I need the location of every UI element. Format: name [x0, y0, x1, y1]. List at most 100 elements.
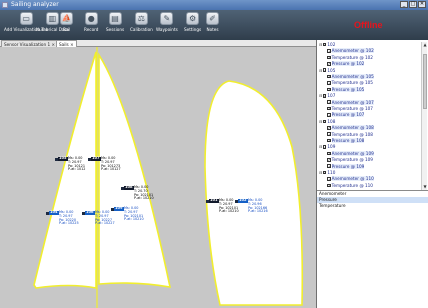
- tree-node-sensor[interactable]: ⊟109: [319, 144, 335, 149]
- tree-node-channel[interactable]: Anemometer @ 109: [327, 150, 374, 156]
- checkbox[interactable]: [327, 74, 331, 79]
- checkbox[interactable]: [322, 42, 326, 47]
- waypoints-icon: ✎: [160, 12, 174, 25]
- tree-node-channel[interactable]: Temperature @ 102: [327, 55, 373, 60]
- checkbox[interactable]: [322, 93, 326, 98]
- sensor-value-line: P-at: 10225: [59, 221, 79, 226]
- toolbar-glyph: ▤: [111, 14, 119, 23]
- tree-node-channel[interactable]: Anemometer @ 107: [327, 99, 374, 105]
- columns-icon: ▥: [45, 12, 59, 25]
- sensor-value-line: P-at: 1012: [68, 167, 86, 172]
- checkbox[interactable]: [327, 177, 331, 182]
- maximize-button[interactable]: □: [409, 1, 417, 8]
- title-bar: Sailing analyzer _ □ ✕: [0, 0, 428, 10]
- checkbox[interactable]: [327, 113, 331, 118]
- tree-node-channel[interactable]: Temperature @ 105: [327, 80, 373, 86]
- sail-right: [204, 80, 304, 306]
- toolbar-glyph: ●: [87, 14, 95, 23]
- tree-node-channel[interactable]: Anemometer @ 105: [327, 74, 374, 79]
- checkbox[interactable]: [327, 183, 331, 188]
- tree-node-channel[interactable]: Pressure @ 109: [327, 163, 365, 169]
- checkbox[interactable]: [327, 151, 331, 156]
- app-icon: [2, 2, 8, 8]
- sensor-values: Ms: 0.00 T: 20.96 Pa: 102166 P-at: 10216: [248, 198, 268, 214]
- tree-scrollbar[interactable]: ▲ ▼: [421, 42, 427, 190]
- checkbox[interactable]: [327, 55, 331, 60]
- toolbar-label: Record: [84, 27, 99, 32]
- toolbar-glyph: ⚙: [189, 14, 197, 23]
- checkbox[interactable]: [327, 49, 331, 54]
- tree-node-channel[interactable]: Temperature @ 107: [327, 106, 373, 111]
- tree-node-channel[interactable]: Anemometer @ 110: [327, 176, 374, 182]
- checkbox[interactable]: [322, 145, 326, 150]
- sail-canvas[interactable]: 105 Ms: 0.00 T: 20.97 Pa: 10121 P-at: 1012 10…: [0, 47, 316, 308]
- tree-node-label: Pressure @ 107: [331, 112, 365, 118]
- toolbar-glyph: ✐: [209, 14, 216, 23]
- checkbox[interactable]: [327, 157, 331, 162]
- tree-node-channel[interactable]: Temperature @ 110: [327, 183, 373, 188]
- tab-strip: Sensor Visualization 1 × Sails ×: [0, 40, 316, 47]
- tab-sensor-visualization[interactable]: Sensor Visualization 1 ×: [1, 40, 58, 47]
- tree-node-label: Temperature @ 110: [331, 182, 373, 188]
- sails-drawing: [33, 47, 304, 308]
- tree-node-sensor[interactable]: ⊟105: [319, 68, 335, 73]
- toolbar-glyph: ▭: [22, 14, 30, 23]
- tree-node-label: Pressure @ 105: [331, 86, 365, 92]
- tree-node-sensor[interactable]: ⊟107: [319, 93, 335, 98]
- toolbar-button[interactable]: ● Record: [84, 12, 98, 32]
- sensor-id: 104: [49, 210, 59, 215]
- toolbar-glyph: ⚖: [137, 14, 145, 23]
- tree-node-channel[interactable]: Temperature @ 108: [327, 132, 373, 137]
- tree-node-sensor[interactable]: ⊟102: [319, 42, 335, 47]
- connection-status: Offline: [354, 20, 383, 30]
- toolbar-button[interactable]: ⛵ Sail: [60, 12, 73, 32]
- toolbar-button[interactable]: ✎ Waypoints: [156, 12, 178, 32]
- tree-node-channel[interactable]: Anemometer @ 102: [327, 48, 374, 54]
- sensor-id: 107: [91, 156, 101, 161]
- checkbox[interactable]: [327, 81, 331, 86]
- checkbox[interactable]: [327, 87, 331, 92]
- scroll-up-icon[interactable]: ▲: [422, 42, 428, 48]
- sensor-id: 108: [124, 185, 134, 190]
- sessions-icon: ▤: [108, 12, 122, 25]
- checkbox[interactable]: [327, 106, 331, 111]
- property-list: Anemometer Pressure Temperature: [317, 190, 428, 308]
- add-tab-icon: ▭: [19, 12, 33, 25]
- tree-node-sensor[interactable]: ⊟110: [319, 170, 335, 175]
- tab-sails[interactable]: Sails ×: [56, 40, 77, 47]
- tree-node-label: Anemometer @ 107: [331, 99, 374, 105]
- tree-node-channel[interactable]: Temperature @ 109: [327, 157, 373, 162]
- tree-node-channel[interactable]: Anemometer @ 108: [327, 125, 374, 130]
- toolbar-button[interactable]: ▤ Sessions: [106, 12, 124, 32]
- tree-node-channel[interactable]: Pressure @ 107: [327, 112, 365, 118]
- sensor-value-line: P-at: 10127: [101, 167, 121, 172]
- checkbox[interactable]: [327, 100, 331, 105]
- checkbox[interactable]: [322, 68, 326, 73]
- minimize-button[interactable]: _: [400, 1, 408, 8]
- toolbar-button[interactable]: ✐ Notes: [206, 12, 219, 32]
- tree-node-label: 105: [327, 67, 336, 73]
- tree-node-channel[interactable]: Pressure @ 105: [327, 86, 365, 92]
- checkbox[interactable]: [327, 138, 331, 143]
- checkbox[interactable]: [327, 164, 331, 169]
- tree-node-sensor[interactable]: ⊟108: [319, 119, 335, 124]
- sensor-id: 106: [85, 210, 95, 215]
- checkbox[interactable]: [322, 170, 326, 175]
- checkbox[interactable]: [327, 132, 331, 137]
- sensor-tree[interactable]: ⊟102Anemometer @ 102Temperature @ 102Pre…: [318, 42, 420, 190]
- window-controls: _ □ ✕: [400, 1, 426, 8]
- tree-node-channel[interactable]: Pressure @ 108: [327, 138, 365, 143]
- toolbar-label: Sail: [62, 27, 71, 32]
- checkbox[interactable]: [327, 61, 331, 66]
- tree-node-channel[interactable]: Pressure @ 102: [327, 61, 365, 66]
- close-button[interactable]: ✕: [418, 1, 426, 8]
- toolbar-button[interactable]: ⚖ Calibration: [130, 12, 153, 32]
- scroll-thumb[interactable]: [423, 54, 427, 109]
- toolbar-button[interactable]: ⚙ Settings: [184, 12, 201, 32]
- checkbox[interactable]: [322, 119, 326, 124]
- sensor-sidebar: ⊟102Anemometer @ 102Temperature @ 102Pre…: [316, 40, 428, 308]
- sensor-value-line: P-at: 10210: [219, 209, 239, 214]
- property-list-item[interactable]: Temperature: [317, 203, 428, 209]
- checkbox[interactable]: [327, 125, 331, 130]
- sensor-value-line: P-at: 10216: [248, 209, 268, 214]
